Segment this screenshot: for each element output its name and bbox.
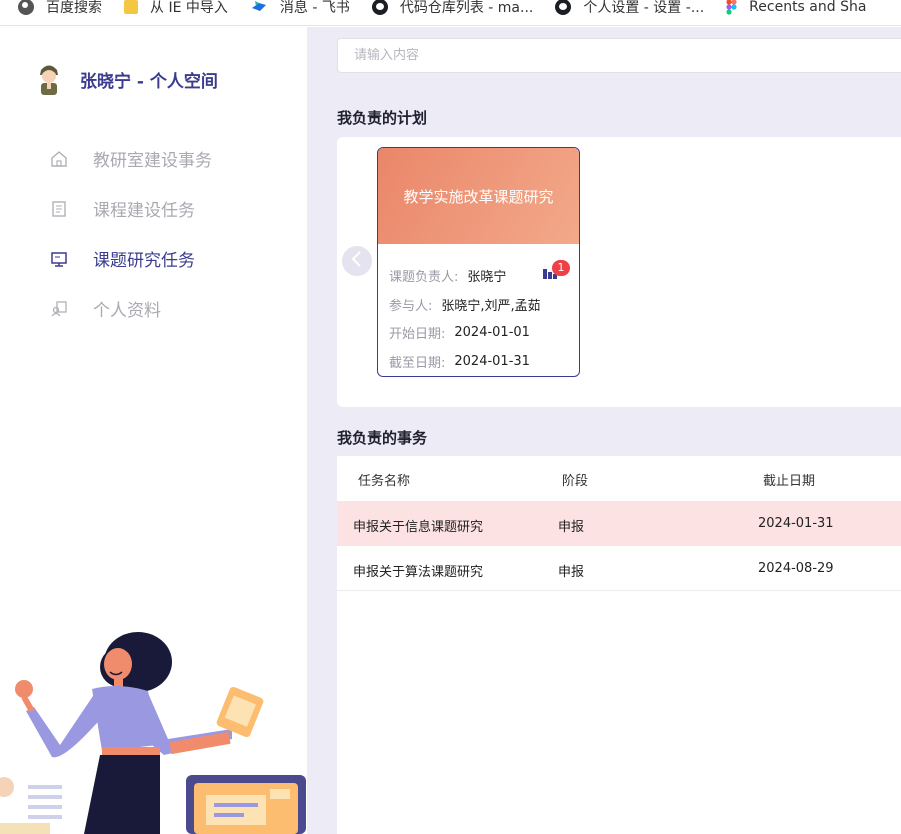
- task-name: 申报关于信息课题研究: [353, 520, 484, 535]
- profile-icon: [50, 300, 68, 318]
- sidebar: 张晓宁 - 个人空间 教研室建设事务 课程建设任务 课题研究任务 个人资料: [0, 27, 307, 834]
- main-content: 请输入内容 我负责的计划 教学实施改革课题研究 课题负责人: 张晓宁 1 参与人…: [307, 27, 901, 834]
- plan-start-label: 开始日期:: [389, 327, 446, 342]
- notification-badge: 1: [552, 260, 570, 276]
- bookmark-figma-recents[interactable]: Recents and Sha: [726, 0, 866, 15]
- sidebar-item-label: 个人资料: [93, 301, 161, 321]
- plan-members-label: 参与人:: [389, 299, 433, 314]
- sidebar-item-label: 课题研究任务: [93, 251, 195, 271]
- bookmark-label: 消息 - 飞书: [279, 0, 350, 16]
- table-row[interactable]: 申报关于算法课题研究 申报 2024-08-29: [337, 546, 901, 591]
- task-deadline: 2024-08-29: [758, 561, 834, 576]
- bookmark-label: 从 IE 中导入: [150, 0, 228, 16]
- bookmark-repo-list[interactable]: 代码仓库列表 - ma...: [371, 0, 534, 17]
- column-header-deadline[interactable]: 截止日期: [763, 470, 815, 489]
- plan-leader-row: 课题负责人: 张晓宁: [389, 266, 506, 285]
- folder-icon: [124, 0, 138, 14]
- task-deadline: 2024-01-31: [758, 516, 834, 531]
- brand: 张晓宁 - 个人空间: [36, 61, 218, 97]
- plan-card-title: 教学实施改革课题研究: [403, 187, 554, 206]
- sidebar-item-research-tasks[interactable]: 课题研究任务: [50, 246, 195, 271]
- bookmark-baidu[interactable]: 百度搜索: [18, 0, 102, 17]
- globe-icon: [18, 0, 34, 15]
- plan-end-label: 截至日期:: [389, 356, 446, 371]
- brand-title: 张晓宁 - 个人空间: [80, 71, 218, 92]
- sidebar-item-label: 教研室建设事务: [93, 151, 212, 171]
- plan-end-value: 2024-01-31: [454, 354, 530, 369]
- bookmark-label: 代码仓库列表 - ma...: [399, 0, 534, 16]
- bookmark-label: 百度搜索: [46, 0, 102, 16]
- table-row[interactable]: 申报关于信息课题研究 申报 2024-01-31: [337, 501, 901, 546]
- carousel-prev-button[interactable]: [342, 246, 372, 276]
- document-icon: [50, 200, 68, 218]
- bookmark-label: 个人设置 - 设置 -...: [583, 0, 705, 16]
- bookmarks-bar: 百度搜索 从 IE 中导入 消息 - 飞书 代码仓库列表 - ma... 个人设…: [0, 0, 901, 26]
- sidebar-item-teaching-affairs[interactable]: 教研室建设事务: [50, 146, 212, 171]
- sidebar-item-label: 课程建设任务: [93, 201, 195, 221]
- bookmark-personal-settings[interactable]: 个人设置 - 设置 -...: [555, 0, 704, 17]
- bookmark-label: Recents and Sha: [749, 0, 867, 15]
- plan-start-row: 开始日期: 2024-01-01: [389, 323, 530, 342]
- task-stage: 申报: [558, 520, 585, 535]
- plan-start-value: 2024-01-01: [454, 325, 530, 340]
- plan-card-banner: 教学实施改革课题研究: [378, 148, 579, 244]
- bookmark-feishu[interactable]: 消息 - 飞书: [250, 0, 350, 17]
- sidebar-item-profile[interactable]: 个人资料: [50, 296, 161, 321]
- task-name: 申报关于算法课题研究: [353, 565, 484, 580]
- task-stage: 申报: [558, 565, 585, 580]
- github-icon: [371, 0, 388, 15]
- tasks-section-title: 我负责的事务: [337, 429, 428, 447]
- plan-leader-value: 张晓宁: [467, 270, 507, 285]
- column-header-stage[interactable]: 阶段: [562, 470, 588, 489]
- plans-panel: 教学实施改革课题研究 课题负责人: 张晓宁 1 参与人: 张晓宁,刘严,孟茹 开…: [337, 137, 901, 407]
- plan-members-value: 张晓宁,刘严,孟茹: [441, 299, 541, 314]
- monitor-icon: [50, 250, 68, 268]
- search-input[interactable]: 请输入内容: [337, 38, 901, 73]
- figma-icon: [726, 0, 737, 15]
- chevron-left-icon: [350, 250, 364, 272]
- column-header-name[interactable]: 任务名称: [358, 470, 410, 489]
- feishu-icon: [250, 0, 268, 15]
- plans-section-title: 我负责的计划: [337, 109, 428, 127]
- notification-button[interactable]: 1: [542, 260, 570, 282]
- home-icon: [50, 150, 68, 168]
- woman-illustration: [0, 627, 307, 834]
- plan-members-row: 参与人: 张晓宁,刘严,孟茹: [389, 295, 541, 314]
- sidebar-item-course-tasks[interactable]: 课程建设任务: [50, 196, 195, 221]
- plan-end-row: 截至日期: 2024-01-31: [389, 352, 530, 371]
- github-icon: [555, 0, 572, 15]
- bookmark-ie-import[interactable]: 从 IE 中导入: [124, 0, 228, 17]
- plan-card[interactable]: 教学实施改革课题研究 课题负责人: 张晓宁 1 参与人: 张晓宁,刘严,孟茹 开…: [377, 147, 580, 377]
- avatar: [36, 61, 62, 97]
- tasks-table: 任务名称 阶段 截止日期 申报关于信息课题研究 申报 2024-01-31 申报…: [337, 456, 901, 834]
- plan-leader-label: 课题负责人:: [389, 270, 459, 285]
